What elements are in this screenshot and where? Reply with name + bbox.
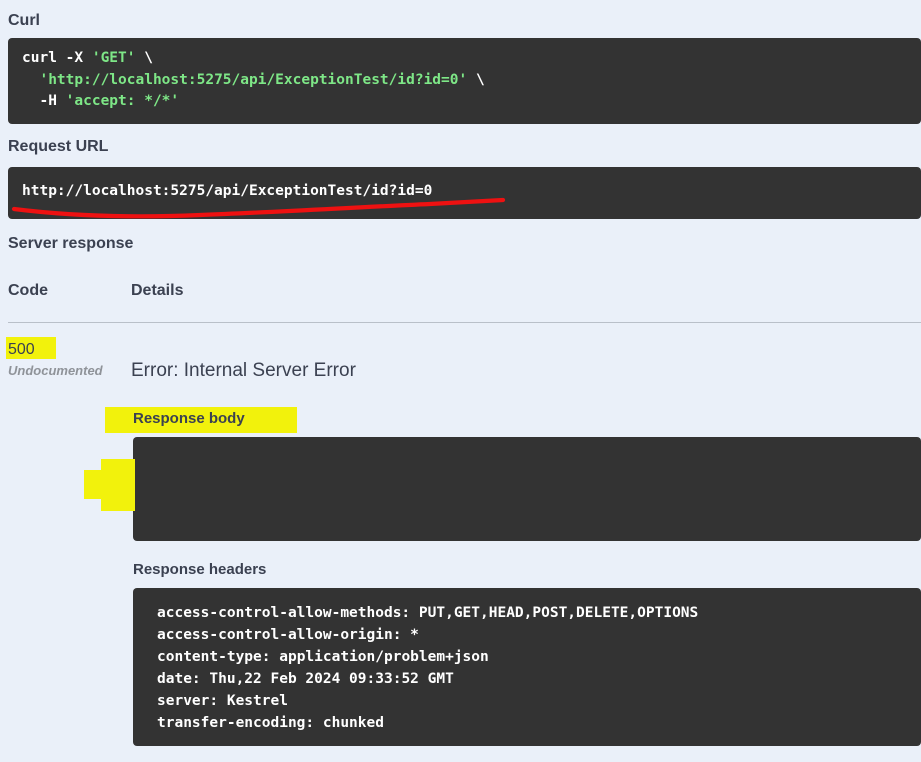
server-response-section-title: Server response <box>8 235 134 252</box>
response-header-value: * <box>401 627 419 643</box>
curl-line: 'http://localhost:5275/api/ExceptionTest… <box>22 71 485 88</box>
table-divider <box>8 322 921 323</box>
response-header-value: Kestrel <box>218 693 288 709</box>
response-status-code: 500 <box>8 341 35 358</box>
response-header-row: access-control-allow-methods: PUT,GET,HE… <box>157 605 698 621</box>
response-headers-block[interactable]: access-control-allow-methods: PUT,GET,HE… <box>133 588 921 746</box>
response-header-value: application/problem+json <box>270 649 489 665</box>
response-header-name: content-type: <box>157 649 271 665</box>
response-body-title: Response body <box>133 410 245 427</box>
curl-line: -H 'accept: */*' <box>22 93 179 109</box>
response-body-block[interactable]: { "Title": "Error into the application c… <box>133 437 921 541</box>
response-header-value: PUT,GET,HEAD,POST,DELETE,OPTIONS <box>410 605 699 621</box>
curl-section-title: Curl <box>8 12 40 29</box>
response-header-row: server: Kestrel <box>157 693 288 709</box>
tok-str-token: 'http://localhost:5275/api/ExceptionTest… <box>39 71 468 88</box>
response-status-note: Undocumented <box>8 363 103 378</box>
request-url-text: http://localhost:5275/api/ExceptionTest/… <box>22 183 433 199</box>
response-header-name: date: <box>157 671 201 687</box>
response-headers-title: Response headers <box>133 561 267 578</box>
response-header-value: chunked <box>314 715 384 731</box>
response-header-name: access-control-allow-origin: <box>157 627 402 643</box>
response-header-value: Thu,22 Feb 2024 09:33:52 GMT <box>200 671 454 687</box>
response-header-name: server: <box>157 693 219 709</box>
tok-str-token: 'GET' <box>91 50 136 66</box>
response-header-name: access-control-allow-methods: <box>157 605 411 621</box>
response-header-row: transfer-encoding: chunked <box>157 715 384 731</box>
request-url-section-title: Request URL <box>8 138 109 155</box>
response-header-row: access-control-allow-origin: * <box>157 627 419 643</box>
tok-str-token: 'accept: */*' <box>65 93 180 109</box>
response-details-text: Error: Internal Server Error <box>131 360 356 381</box>
tok-plain-token: -H <box>22 93 66 109</box>
swagger-response-panel: Curl curl -X 'GET' \ 'http://localhost:5… <box>0 0 921 762</box>
tok-plain-token: curl -X <box>22 50 92 66</box>
highlight-marker-left-slab <box>101 459 135 511</box>
column-header-details: Details <box>131 282 184 299</box>
curl-line: curl -X 'GET' \ <box>22 50 153 66</box>
response-header-name: transfer-encoding: <box>157 715 315 731</box>
response-header-row: content-type: application/problem+json <box>157 649 489 665</box>
tok-plain-token: \ <box>467 71 485 88</box>
response-header-row: date: Thu,22 Feb 2024 09:33:52 GMT <box>157 671 454 687</box>
request-url-block[interactable]: http://localhost:5275/api/ExceptionTest/… <box>8 167 921 219</box>
column-header-code: Code <box>8 282 48 299</box>
tok-plain-token <box>22 72 39 88</box>
tok-plain-token: \ <box>135 50 153 66</box>
curl-command-block[interactable]: curl -X 'GET' \ 'http://localhost:5275/a… <box>8 38 921 124</box>
